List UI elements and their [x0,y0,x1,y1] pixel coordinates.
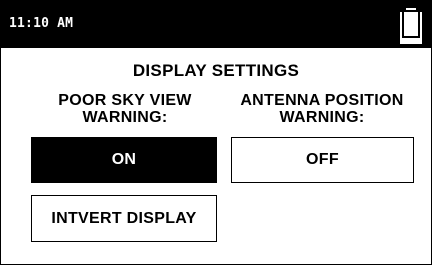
antenna-position-label-line2: WARNING: [279,109,365,126]
poor-sky-view-label-line1: POOR SKY VIEW [58,92,192,109]
device-screen: 11:10 AM DISPLAY SETTINGS POOR SKY VIEW … [0,0,432,265]
antenna-position-warning-label: ANTENNA POSITION WARNING: [222,92,422,126]
antenna-position-label-line1: ANTENNA POSITION [240,92,404,109]
status-bar: 11:10 AM [1,1,431,48]
poor-sky-view-warning-label: POOR SKY VIEW WARNING: [25,92,225,126]
poor-sky-view-toggle-button[interactable]: ON [31,137,217,183]
poor-sky-view-label-line2: WARNING: [82,109,168,126]
page-title: DISPLAY SETTINGS [132,61,300,80]
invert-display-button[interactable]: INTVERT DISPLAY [31,195,217,242]
antenna-position-toggle-button[interactable]: OFF [231,137,414,183]
battery-icon [400,8,422,44]
clock-time: 11:10 AM [9,16,74,31]
